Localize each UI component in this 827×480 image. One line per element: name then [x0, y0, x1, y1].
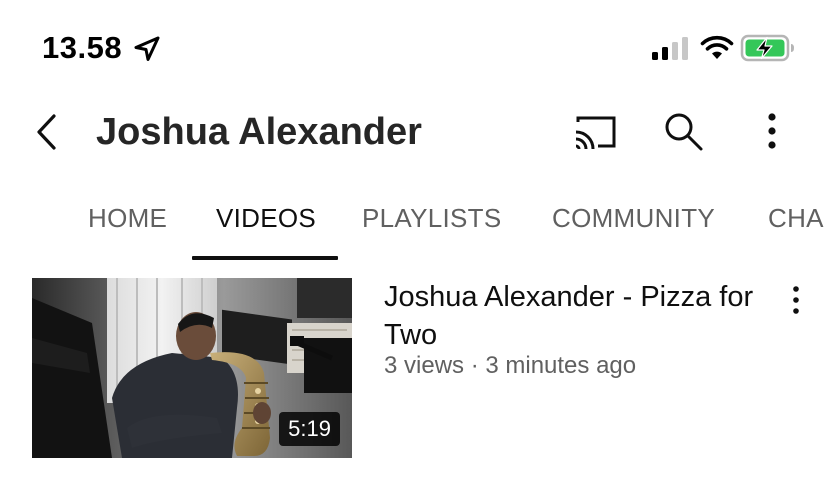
tab-home[interactable]: HOME	[88, 200, 167, 236]
video-more-vertical-icon[interactable]	[784, 284, 808, 318]
wifi-icon	[700, 35, 734, 59]
back-icon[interactable]	[30, 108, 64, 156]
more-vertical-icon[interactable]	[758, 112, 786, 152]
tab-playlists[interactable]: PLAYLISTS	[362, 200, 502, 236]
search-icon[interactable]	[662, 110, 704, 152]
video-list-item[interactable]: 5:19 Joshua Alexander - Pizza for Two 3 …	[0, 278, 827, 463]
battery-charging-icon	[740, 34, 794, 62]
status-time: 13.58	[42, 30, 123, 65]
channel-title: Joshua Alexander	[96, 111, 422, 153]
tab-videos[interactable]: VIDEOS	[216, 200, 316, 236]
youtube-channel-screen: 13.58 Joshua Alexander HOME VIDEOS PLAYL…	[0, 0, 827, 480]
video-duration-badge: 5:19	[279, 412, 340, 446]
tab-community[interactable]: COMMUNITY	[552, 200, 715, 236]
cellular-signal-icon	[652, 37, 688, 60]
tab-channels[interactable]: CHA	[768, 200, 824, 236]
video-title[interactable]: Joshua Alexander - Pizza for Two	[384, 278, 764, 354]
video-meta: 3 views · 3 minutes ago	[384, 352, 637, 379]
status-bar: 13.58	[0, 0, 827, 96]
video-thumbnail[interactable]: 5:19	[32, 278, 352, 458]
active-tab-indicator	[192, 256, 338, 260]
channel-tabs: HOME VIDEOS PLAYLISTS COMMUNITY CHA	[0, 190, 827, 262]
cast-icon[interactable]	[572, 113, 618, 151]
location-arrow-icon	[134, 36, 160, 61]
